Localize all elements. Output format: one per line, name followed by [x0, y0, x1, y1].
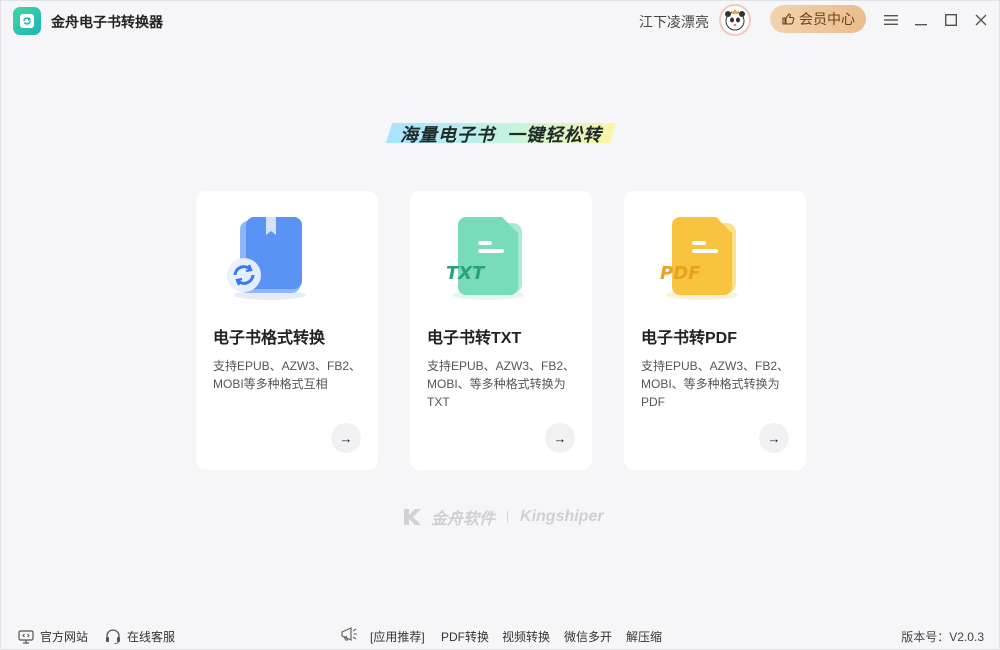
- app-recommend-label: [应用推荐]: [370, 630, 425, 644]
- card-arrow-button[interactable]: →: [545, 423, 575, 453]
- card-arrow-button[interactable]: →: [331, 423, 361, 453]
- headset-icon: [106, 629, 120, 644]
- arrow-right-icon: →: [339, 430, 353, 446]
- app-window: 金舟电子书转换器 江下凌漂亮 会员中心 海量电子书 一键轻松转 电子书格式转换 …: [0, 0, 1000, 650]
- card-arrow-button[interactable]: →: [759, 423, 789, 453]
- vip-center-button[interactable]: 会员中心: [770, 5, 866, 33]
- brand-separator: [507, 511, 509, 523]
- official-site-link[interactable]: 官方网站: [18, 628, 88, 645]
- version-label: 版本号：V2.0.3: [901, 630, 984, 644]
- card-title: 电子书格式转换: [213, 330, 326, 347]
- card-description: 支持EPUB、AZW3、FB2、 MOBI、等多种格式转换为 PDF: [641, 359, 790, 409]
- footer-link-wechat[interactable]: 微信多开: [564, 628, 612, 645]
- footer-link-pdf[interactable]: PDF转换: [441, 628, 489, 645]
- thumb-up-icon: [782, 13, 795, 25]
- card-description: 支持EPUB、AZW3、FB2、 MOBI、等多种格式转换为 TXT: [427, 359, 576, 409]
- footer-link-unzip[interactable]: 解压缩: [626, 628, 662, 645]
- card-format-convert[interactable]: 电子书格式转换 支持EPUB、AZW3、FB2、 MOBI等多种格式互相 →: [196, 191, 378, 470]
- minimize-button[interactable]: [911, 10, 931, 30]
- menu-button[interactable]: [881, 10, 901, 30]
- slogan-text: 海量电子书 一键轻松转: [399, 125, 602, 145]
- close-icon: [975, 14, 987, 26]
- vip-center-label: 会员中心: [799, 11, 855, 27]
- monitor-icon: [18, 629, 34, 644]
- card-ebook-to-txt[interactable]: TXT 电子书转TXT 支持EPUB、AZW3、FB2、 MOBI、等多种格式转…: [410, 191, 592, 470]
- ebook-convert-icon: [218, 213, 318, 303]
- kingshiper-logo-icon: [404, 509, 421, 525]
- brand-en: Kingshiper: [520, 508, 604, 525]
- close-button[interactable]: [971, 10, 991, 30]
- username[interactable]: 江下凌漂亮: [639, 12, 709, 32]
- pdf-badge: PDF: [660, 263, 701, 284]
- minimize-icon: [915, 24, 927, 26]
- brand-cn: 金舟软件: [431, 511, 496, 528]
- title-bar: 金舟电子书转换器 江下凌漂亮 会员中心: [1, 1, 999, 41]
- app-logo-icon: [13, 7, 41, 35]
- online-service-link[interactable]: 在线客服: [105, 628, 175, 645]
- footer-link-video[interactable]: 视频转换: [502, 628, 550, 645]
- card-description: 支持EPUB、AZW3、FB2、 MOBI等多种格式互相: [213, 359, 362, 391]
- menu-icon: [884, 15, 898, 25]
- ebook-pdf-icon: PDF: [646, 213, 746, 303]
- ebook-txt-icon: TXT: [432, 213, 532, 303]
- megaphone-icon: [341, 627, 357, 641]
- footer: 官方网站 在线客服 [应用推荐] PDF转换 视频转换 微信多开 解压缩 版本号…: [1, 621, 999, 649]
- card-ebook-to-pdf[interactable]: PDF 电子书转PDF 支持EPUB、AZW3、FB2、 MOBI、等多种格式转…: [624, 191, 806, 470]
- maximize-button[interactable]: [941, 10, 961, 30]
- avatar[interactable]: [719, 4, 751, 36]
- panda-avatar-icon: [725, 9, 745, 31]
- slogan-banner: 海量电子书 一键轻松转: [385, 119, 617, 147]
- arrow-right-icon: →: [767, 430, 781, 446]
- maximize-icon: [945, 14, 957, 26]
- card-title: 电子书转TXT: [427, 330, 522, 347]
- txt-badge: TXT: [446, 263, 486, 284]
- arrow-right-icon: →: [553, 430, 567, 446]
- recommend-icon-wrap: [339, 624, 359, 644]
- brand-watermark: 金舟软件 Kingshiper: [403, 506, 604, 528]
- app-title: 金舟电子书转换器: [51, 14, 163, 30]
- card-title: 电子书转PDF: [641, 330, 738, 347]
